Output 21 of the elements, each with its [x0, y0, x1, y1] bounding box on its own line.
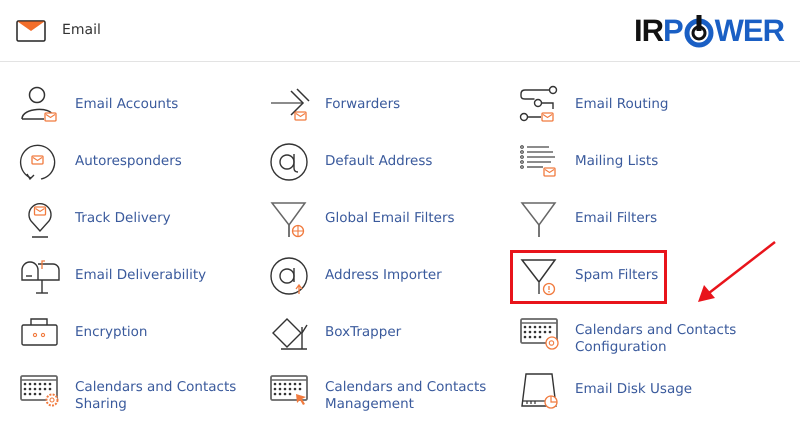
section-title: Email — [62, 21, 101, 40]
feature-link[interactable]: Address Importer — [260, 250, 451, 304]
feature-link[interactable]: Spam Filters — [510, 250, 668, 304]
feature-link[interactable]: Email Filters — [510, 192, 666, 246]
feature-link[interactable]: Encryption — [10, 306, 156, 360]
feature-link[interactable]: Track Delivery — [10, 192, 180, 246]
feature-link[interactable]: Default Address — [260, 136, 442, 190]
feature-link[interactable]: Forwarders — [260, 78, 410, 132]
envelope-icon — [16, 20, 46, 42]
feature-link[interactable]: BoxTrapper — [260, 306, 410, 360]
feature-link[interactable]: Calendars and Contacts Management — [260, 362, 499, 419]
feature-link[interactable]: Email Disk Usage — [510, 364, 702, 418]
feature-link[interactable]: Calendars and Contacts Configuration — [510, 305, 749, 362]
feature-link[interactable]: Email Routing — [510, 78, 678, 132]
feature-link[interactable]: Calendars and Contacts Sharing — [10, 362, 249, 419]
logo: IRP WER — [634, 14, 784, 48]
feature-link[interactable]: Mailing Lists — [510, 136, 668, 190]
feature-link[interactable]: Autoresponders — [10, 136, 191, 190]
feature-link[interactable]: Email Accounts — [10, 78, 188, 132]
feature-link[interactable]: Global Email Filters — [260, 192, 464, 246]
feature-link[interactable]: Email Deliverability — [10, 250, 216, 304]
